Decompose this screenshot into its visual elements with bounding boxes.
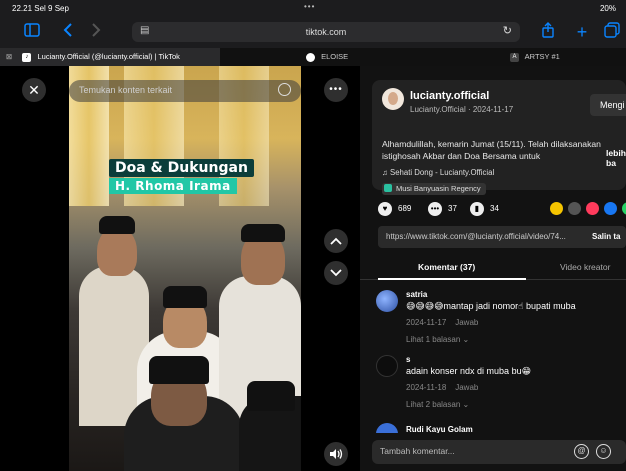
comment-text: 😅😅😅😅mantap jadi nomor☝ bupati muba	[406, 301, 576, 311]
reply-button[interactable]: Jawab	[455, 318, 478, 327]
send-icon[interactable]	[586, 202, 599, 215]
location-icon	[384, 184, 392, 192]
next-video-button[interactable]	[324, 261, 348, 285]
comment-count: 37	[448, 204, 457, 214]
facebook-icon[interactable]	[604, 202, 617, 215]
comment-date: 2024-11-18	[406, 383, 447, 392]
volume-button[interactable]	[324, 442, 348, 466]
emoji-icon[interactable]: ☺	[596, 444, 611, 459]
comment-text: adain konser ndx di muba bu😁	[406, 366, 531, 376]
search-icon[interactable]	[278, 83, 291, 96]
avatar[interactable]	[376, 290, 398, 312]
tab-bar: ⊠ ♪ Lucianty.Official (@lucianty.officia…	[0, 48, 626, 66]
view-replies-button[interactable]: Lihat 1 balasan ⌄	[406, 335, 469, 344]
reload-icon[interactable]: ↻	[503, 24, 512, 37]
related-search-bar[interactable]	[69, 80, 301, 102]
tiktok-favicon-icon: ♪	[22, 52, 32, 62]
comment-button[interactable]: ••• 37	[428, 202, 457, 216]
tabs-icon[interactable]	[602, 22, 622, 42]
music-link[interactable]: ♫ Sehati Dong - Lucianty.Official	[382, 168, 494, 177]
artsy-favicon-icon: A	[510, 52, 519, 62]
save-count: 34	[490, 204, 499, 214]
comment-tabs: Komentar (37) Video kreator	[360, 256, 626, 280]
reply-button[interactable]: Jawab	[455, 383, 478, 392]
comment-input[interactable]	[380, 446, 560, 456]
browser-toolbar: ▤ tiktok.com ↻ +	[0, 16, 626, 48]
tab-label: ELOISE	[321, 52, 349, 61]
tab-tiktok[interactable]: ⊠ ♪ Lucianty.Official (@lucianty.officia…	[0, 48, 220, 66]
caption-line: istighosah Akbar dan Doa Bersama untuk	[382, 151, 541, 161]
mention-icon[interactable]: @	[574, 444, 589, 459]
comment-author[interactable]: s	[406, 355, 410, 364]
tab-label: ARTSY #1	[524, 52, 560, 61]
comment-input-bar: @ ☺	[360, 436, 626, 471]
whatsapp-icon[interactable]	[622, 202, 626, 215]
video-overlay-subtitle: H. Rhoma Irama	[109, 178, 237, 194]
more-caption-link[interactable]: lebih ba	[606, 148, 626, 168]
video-overlay-title: Doa & Dukungan	[109, 159, 254, 177]
share-icon[interactable]	[538, 22, 558, 42]
tab-creator-videos[interactable]: Video kreator	[560, 262, 610, 272]
comment-author[interactable]: satria	[406, 290, 427, 299]
comment-item: Rudi Kayu Golam	[376, 421, 626, 433]
heart-icon: ♥	[378, 202, 392, 216]
close-icon: ✕	[28, 82, 40, 98]
avatar[interactable]	[376, 355, 398, 377]
forward-icon[interactable]	[86, 22, 106, 42]
comment-meta: 2024-11-17 Jawab	[406, 318, 478, 327]
video-link-box: https://www.tiktok.com/@lucianty.officia…	[378, 226, 626, 248]
chevron-up-icon	[330, 237, 342, 245]
like-button[interactable]: ♥ 689	[378, 202, 411, 216]
volume-icon	[330, 449, 343, 459]
related-search-input[interactable]	[79, 85, 259, 95]
tab-close-icon[interactable]: ⊠	[6, 52, 12, 61]
comment-author[interactable]: Rudi Kayu Golam	[406, 425, 473, 433]
tab-eloise[interactable]: ELOISE	[306, 48, 426, 66]
sidebar-icon[interactable]	[22, 22, 42, 42]
emoji-share-icon[interactable]	[550, 202, 563, 215]
eloise-favicon-icon	[306, 52, 315, 62]
location-tag[interactable]: Musi Banyuasin Regency	[382, 183, 486, 195]
status-bar: 22.21 Sel 9 Sep ••• 20%	[0, 0, 626, 16]
close-button[interactable]: ✕	[22, 78, 46, 102]
save-button[interactable]: ▮ 34	[470, 202, 499, 216]
multitask-dots[interactable]: •••	[304, 2, 315, 11]
avatar[interactable]	[382, 88, 404, 110]
post-caption: Alhamdulillah, kemarin Jumat (15/11). Te…	[382, 138, 626, 162]
more-options-button[interactable]: •••	[324, 78, 348, 102]
username[interactable]: lucianty.official	[410, 90, 489, 102]
caption-line: Alhamdulillah, kemarin Jumat (15/11). Te…	[382, 139, 601, 149]
embed-icon[interactable]	[568, 202, 581, 215]
address-text: tiktok.com	[305, 27, 347, 37]
video-player[interactable]: Doa & Dukungan H. Rhoma Irama	[69, 66, 301, 471]
location-label: Musi Banyuasin Regency	[396, 184, 481, 193]
post-details-panel: lucianty.official Lucianty.Official · 20…	[360, 66, 626, 471]
comment-meta: 2024-11-18 Jawab	[406, 383, 478, 392]
comment-date: 2024-11-17	[406, 318, 447, 327]
back-icon[interactable]	[58, 22, 78, 42]
previous-video-button[interactable]	[324, 229, 348, 253]
active-tab-indicator	[378, 278, 526, 280]
user-subline: Lucianty.Official · 2024-11-17	[410, 105, 514, 114]
tab-comments[interactable]: Komentar (37)	[418, 262, 475, 272]
tab-artsy[interactable]: A ARTSY #1	[510, 48, 626, 66]
battery-indicator: 20%	[599, 4, 616, 13]
video-area: Doa & Dukungan H. Rhoma Irama ✕ •••	[0, 66, 360, 471]
plus-icon[interactable]: +	[572, 22, 592, 42]
tab-label: Lucianty.Official (@lucianty.official) |…	[37, 52, 180, 61]
bookmark-icon: ▮	[470, 202, 484, 216]
comment-icon: •••	[428, 202, 442, 216]
more-icon: •••	[329, 84, 343, 95]
view-replies-button[interactable]: Lihat 2 balasan ⌄	[406, 400, 469, 409]
address-bar[interactable]: ▤ tiktok.com ↻	[132, 22, 520, 42]
post-info-card: lucianty.official Lucianty.Official · 20…	[372, 80, 626, 195]
copy-link-button[interactable]: Salin ta	[592, 232, 620, 241]
like-count: 689	[398, 204, 412, 214]
follow-button[interactable]: Mengi	[590, 94, 626, 116]
avatar[interactable]	[376, 423, 398, 433]
video-link[interactable]: https://www.tiktok.com/@lucianty.officia…	[386, 232, 586, 241]
chevron-down-icon	[330, 269, 342, 277]
status-time: 22.21 Sel 9 Sep	[12, 4, 69, 13]
comment-input-box: @ ☺	[372, 440, 626, 464]
